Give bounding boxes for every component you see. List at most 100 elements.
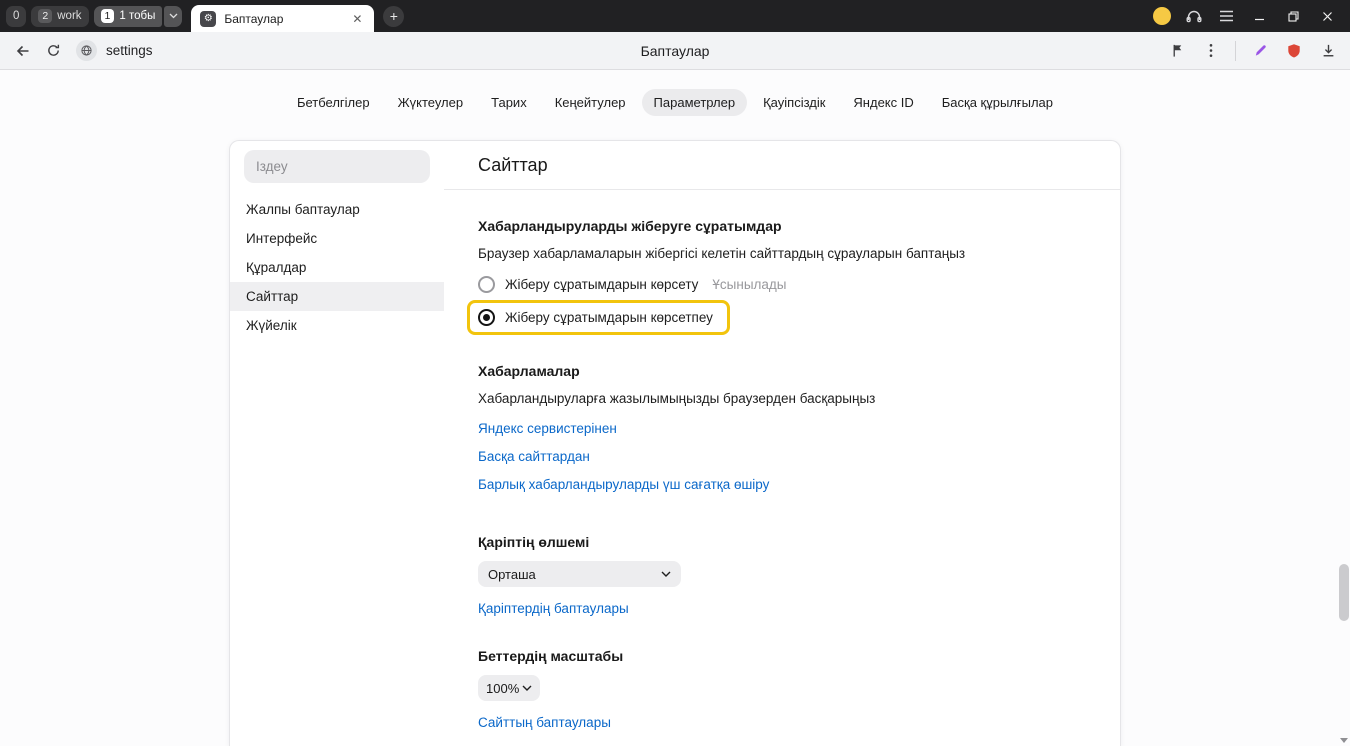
tab-settings[interactable]: ⚙ Баптаулар ✕: [191, 5, 374, 32]
settings-search-input[interactable]: [244, 150, 430, 183]
browser-window: 0 2 work 1 1 тобы ⚙ Баптаулар ✕ +: [0, 0, 1350, 746]
restore-icon: [1288, 11, 1299, 22]
settings-top-nav: Бетбелгілер Жүктеулер Тарих Кеңейтулер П…: [0, 70, 1350, 116]
link-mute-all-3h[interactable]: Барлық хабарландыруларды үш сағатқа өшір…: [478, 477, 769, 492]
sidebar-item-general[interactable]: Жалпы баптаулар: [230, 195, 444, 224]
recommended-hint: Ұсынылады: [712, 277, 786, 292]
download-button[interactable]: [1314, 37, 1342, 65]
toolbar-divider: [1235, 41, 1236, 61]
radio-option-show-label: Жіберу сұратымдарын көрсету: [505, 277, 698, 292]
tab-title: Баптаулар: [224, 12, 283, 26]
nav-history[interactable]: Тарих: [479, 89, 539, 116]
font-size-value: Орташа: [488, 567, 536, 582]
download-icon: [1321, 43, 1336, 58]
edit-pen-icon: [1253, 43, 1268, 58]
radio-option-hide-requests[interactable]: Жіберу сұратымдарын көрсетпеу: [478, 309, 713, 326]
settings-page: Бетбелгілер Жүктеулер Тарих Кеңейтулер П…: [0, 70, 1350, 746]
sidebar-item-system[interactable]: Жүйелік: [230, 311, 444, 340]
sidebar-list: Жалпы баптаулар Интерфейс Құралдар Сайтт…: [230, 195, 444, 340]
edit-pen-button[interactable]: [1246, 37, 1274, 65]
close-icon: [1322, 11, 1333, 22]
nav-extensions[interactable]: Кеңейтулер: [543, 89, 638, 116]
page-zoom-heading: Беттердің масштабы: [478, 648, 1086, 664]
back-arrow-icon: [15, 43, 31, 59]
window-close-button[interactable]: [1310, 0, 1344, 32]
tab-group-work[interactable]: 2 work: [31, 6, 88, 27]
tab-bar: 0 2 work 1 1 тобы ⚙ Баптаулар ✕ +: [0, 0, 1350, 32]
notifications-heading: Хабарламалар: [478, 363, 1086, 379]
window-minimize-button[interactable]: [1242, 0, 1276, 32]
settings-sidebar: Жалпы баптаулар Интерфейс Құралдар Сайтт…: [230, 141, 444, 746]
new-tab-button[interactable]: +: [383, 6, 404, 27]
tab-close-icon[interactable]: ✕: [349, 11, 365, 27]
nav-other-devices[interactable]: Басқа құрылғылар: [930, 89, 1065, 116]
tabbar-right-cluster: [1146, 0, 1344, 32]
page-zoom-select[interactable]: 100%: [478, 675, 540, 701]
link-font-settings[interactable]: Қаріптердің баптаулары: [478, 601, 629, 616]
radio-unchecked-icon[interactable]: [478, 276, 495, 293]
address-text: settings: [106, 43, 153, 58]
tab-group-work-count: 2: [38, 9, 52, 24]
radio-option-show-requests[interactable]: Жіберу сұратымдарын көрсету Ұсынылады: [478, 276, 1086, 293]
nav-yandex-id[interactable]: Яндекс ID: [841, 89, 925, 116]
scrollbar-thumb[interactable]: [1339, 564, 1349, 621]
highlight-box: Жіберу сұратымдарын көрсетпеу: [467, 300, 730, 335]
chevron-down-icon: [169, 13, 178, 19]
page-title: Сайттар: [478, 155, 1086, 176]
link-yandex-services[interactable]: Яндекс сервистерінен: [478, 421, 617, 436]
refresh-icon: [46, 43, 61, 58]
radio-option-hide-label: Жіберу сұратымдарын көрсетпеу: [505, 310, 713, 325]
nav-bookmarks[interactable]: Бетбелгілер: [285, 89, 382, 116]
toolbar-page-title: Баптаулар: [641, 43, 710, 59]
window-restore-button[interactable]: [1276, 0, 1310, 32]
title-divider: [444, 189, 1120, 190]
bookmark-flag-icon: [1170, 43, 1185, 58]
page-zoom-value: 100%: [486, 681, 519, 696]
chevron-down-icon: [661, 571, 671, 577]
avatar-icon: [1153, 7, 1171, 25]
tab-group-work-label: work: [57, 10, 81, 22]
scrollbar-down-arrow-icon[interactable]: [1340, 738, 1348, 743]
nav-security[interactable]: Қауіпсіздік: [751, 89, 837, 116]
browser-menu-button[interactable]: [1210, 0, 1242, 32]
sidebar-item-sites[interactable]: Сайттар: [230, 282, 444, 311]
hamburger-menu-icon: [1219, 10, 1234, 22]
notification-requests-description: Браузер хабарламаларын жібергісі келетін…: [478, 246, 1086, 261]
sidebar-item-interface[interactable]: Интерфейс: [230, 224, 444, 253]
settings-gear-favicon-icon: ⚙: [200, 11, 216, 27]
sidebar-item-tools[interactable]: Құралдар: [230, 253, 444, 282]
link-site-settings[interactable]: Сайттың баптаулары: [478, 715, 611, 730]
settings-panel: Сайттар Хабарландыруларды жіберуге сұрат…: [444, 141, 1120, 746]
tab-group-zero-count: 0: [13, 10, 19, 22]
site-globe-icon: [76, 40, 97, 61]
bookmark-button[interactable]: [1163, 37, 1191, 65]
protect-button[interactable]: [1280, 37, 1308, 65]
tab-group-zero[interactable]: 0: [6, 6, 26, 27]
settings-card: Жалпы баптаулар Интерфейс Құралдар Сайтт…: [229, 140, 1121, 746]
nav-settings[interactable]: Параметрлер: [642, 89, 748, 116]
back-button[interactable]: [8, 36, 38, 66]
font-size-heading: Қаріптің өлшемі: [478, 534, 1086, 550]
browser-toolbar: settings Баптаулар: [0, 32, 1350, 70]
minimize-icon: [1254, 11, 1265, 22]
more-menu-button[interactable]: [1197, 37, 1225, 65]
refresh-button[interactable]: [38, 36, 68, 66]
sidebar-search: [230, 150, 444, 183]
notifications-description: Хабарландыруларға жазылымыңызды браузерд…: [478, 391, 1086, 406]
link-other-sites[interactable]: Басқа сайттардан: [478, 449, 590, 464]
profile-avatar[interactable]: [1146, 0, 1178, 32]
headphones-button[interactable]: [1178, 0, 1210, 32]
tab-group-active[interactable]: 1 1 тобы: [94, 6, 163, 27]
toolbar-right-cluster: [1163, 37, 1342, 65]
chevron-down-icon: [522, 685, 532, 691]
notification-requests-heading: Хабарландыруларды жіберуге сұратымдар: [478, 218, 1086, 234]
nav-downloads[interactable]: Жүктеулер: [386, 89, 476, 116]
kebab-menu-icon: [1209, 43, 1213, 58]
font-size-select[interactable]: Орташа: [478, 561, 681, 587]
address-bar[interactable]: settings: [76, 40, 153, 61]
tab-group-chevron-button[interactable]: [164, 6, 182, 27]
tab-group-active-count: 1: [101, 9, 115, 24]
radio-checked-icon[interactable]: [478, 309, 495, 326]
protect-shield-icon: [1286, 43, 1302, 59]
headphones-icon: [1186, 9, 1202, 23]
